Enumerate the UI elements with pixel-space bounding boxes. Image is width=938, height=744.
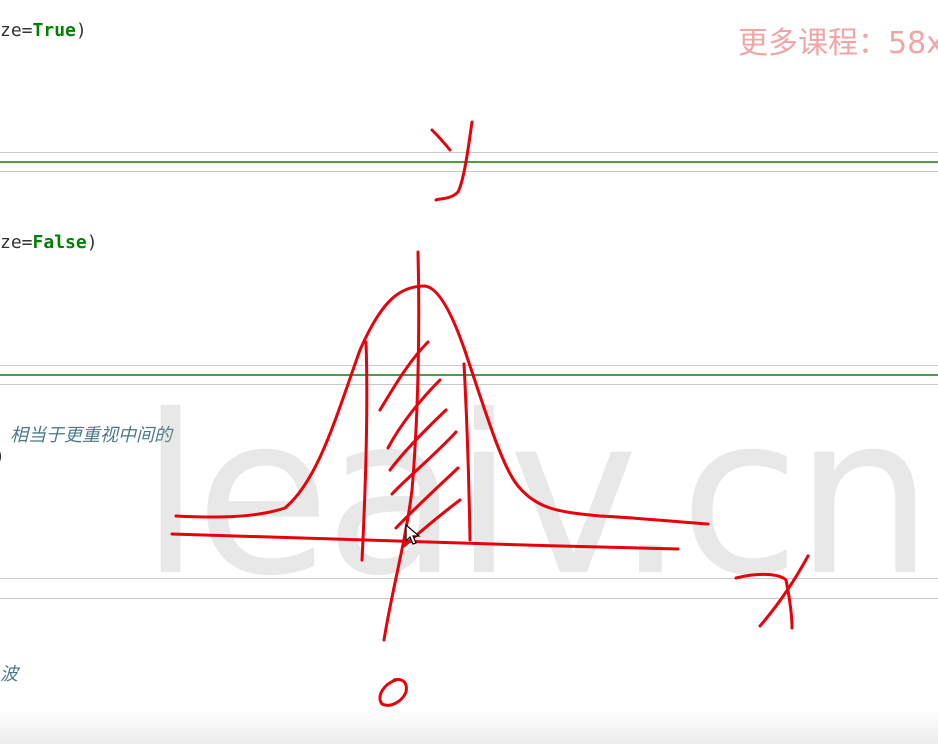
y-label-stroke (430, 128, 452, 152)
hand-drawn-annotation (170, 120, 810, 707)
bell-curve-stroke (174, 284, 710, 526)
x-label-stroke (758, 554, 810, 628)
origin-label-stroke (378, 678, 408, 707)
hatch-stroke (390, 430, 458, 496)
x-axis-stroke (170, 532, 680, 551)
notebook-screen: 更多课程：58x ze=True) ze=False) 相当于更重视中间的 ) … (0, 0, 938, 744)
mouse-cursor-icon (405, 524, 421, 545)
right-boundary-stroke (462, 362, 472, 542)
hatch-stroke (394, 466, 460, 530)
y-label-stroke (434, 120, 474, 202)
bottom-shadow (0, 710, 938, 744)
hatch-stroke (386, 378, 442, 450)
left-boundary-stroke (360, 340, 369, 562)
